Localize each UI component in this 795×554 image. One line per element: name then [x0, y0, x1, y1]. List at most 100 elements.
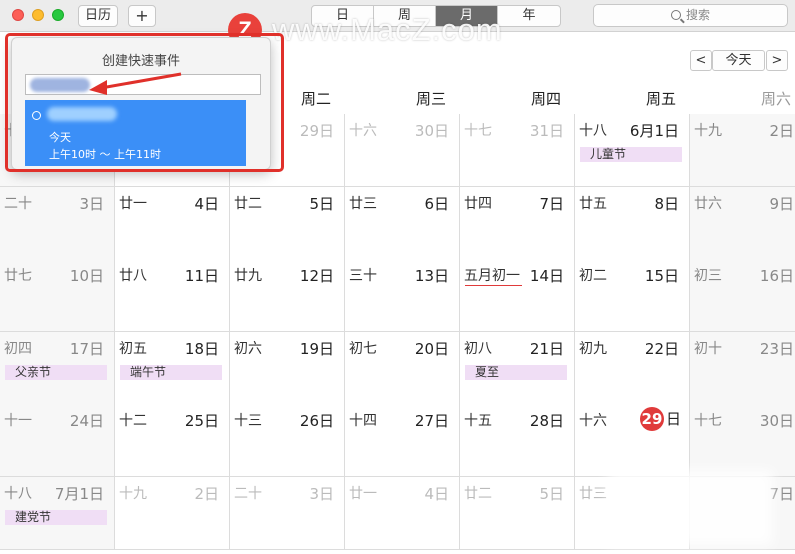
weekday-header-sat: 周六 [760, 90, 791, 108]
next-month-button[interactable]: > [766, 50, 788, 71]
day-number: 21日 [529, 339, 564, 358]
quick-event-input[interactable] [25, 74, 261, 95]
add-event-button[interactable]: + [128, 5, 156, 27]
close-window-button[interactable] [12, 9, 24, 21]
lunar-date: 二十 [4, 195, 32, 212]
day-cell[interactable]: 廿四 7日 [460, 186, 575, 260]
holiday-event[interactable]: 父亲节 [5, 364, 107, 380]
day-cell[interactable]: 初九 22日 [575, 331, 690, 405]
day-cell[interactable]: 十六 30日 [345, 114, 460, 187]
lunar-date: 廿七 [4, 268, 32, 284]
day-number: 3日 [309, 484, 334, 503]
day-number: 7日 [769, 484, 794, 503]
day-cell[interactable]: 十四 27日 [345, 404, 460, 477]
day-cell[interactable]: 初二 15日 [575, 259, 690, 332]
lunar-date: 廿二 [464, 485, 492, 502]
day-cell[interactable]: 廿七 10日 [0, 259, 115, 332]
lunar-date: 初五 [119, 340, 147, 357]
minimize-window-button[interactable] [32, 9, 44, 21]
day-number: 17日 [69, 339, 104, 358]
search-icon [670, 10, 681, 20]
day-number: 9日 [769, 194, 794, 213]
day-number: 25日 [184, 412, 219, 430]
holiday-event[interactable]: 夏至 [465, 364, 567, 380]
quick-event-suggestion[interactable]: 今天 上午10时 ～ 上午11时 [25, 100, 246, 166]
day-number: 15日 [644, 267, 679, 285]
day-number: 10日 [69, 267, 104, 285]
day-cell[interactable]: 初十 23日 [690, 331, 795, 405]
day-number: 11日 [184, 267, 219, 285]
day-cell[interactable]: 十七 30日 [690, 404, 795, 477]
day-cell[interactable]: 十六 29 日 [575, 404, 690, 477]
day-number: 27日 [414, 412, 449, 430]
suggestion-day: 今天 [49, 131, 71, 144]
calendar-dot-icon [32, 111, 41, 120]
day-cell[interactable]: 十九 2日 [690, 114, 795, 187]
day-cell[interactable]: 廿二 5日 [230, 186, 345, 260]
day-cell[interactable]: 十七 31日 [460, 114, 575, 187]
day-cell[interactable]: 十一 24日 [0, 404, 115, 477]
day-cell[interactable]: 初五 18日 端午节 [115, 331, 230, 405]
day-number: 22日 [644, 339, 679, 358]
watermark-text: www.MacZ.com [272, 12, 503, 47]
day-cell[interactable]: 三十 13日 [345, 259, 460, 332]
holiday-event[interactable]: 建党节 [5, 509, 107, 525]
day-cell[interactable]: 廿二 5日 [460, 476, 575, 550]
day-cell[interactable]: 廿九 12日 [230, 259, 345, 332]
day-number: 4日 [194, 194, 219, 213]
lunar-date: 廿三 [579, 485, 607, 502]
day-cell[interactable]: 初三 16日 [690, 259, 795, 332]
lunar-date: 初四 [4, 340, 32, 357]
day-cell[interactable]: 十八 6月1日 儿童节 [575, 114, 690, 187]
lunar-date: 十九 [119, 485, 147, 502]
day-number: 29日 [299, 122, 334, 140]
day-number: 26日 [299, 412, 334, 430]
day-number: 8日 [654, 194, 679, 213]
day-number: 13日 [414, 267, 449, 285]
day-cell[interactable]: 十九 2日 [115, 476, 230, 550]
day-cell[interactable]: 廿三 6日 [345, 186, 460, 260]
day-cell[interactable]: 初四 17日父亲节 [0, 331, 115, 405]
lunar-date: 十七 [464, 123, 492, 139]
day-cell[interactable]: 二十 3日 [230, 476, 345, 550]
day-cell[interactable]: 廿六 9日 [690, 186, 795, 260]
day-cell[interactable]: 十五 28日 [460, 404, 575, 477]
lunar-date: 初六 [234, 340, 262, 357]
day-number: 3日 [79, 194, 104, 213]
day-cell[interactable]: 初七 20日 [345, 331, 460, 405]
day-cell[interactable]: 五月初一 14日 [460, 259, 575, 332]
blurred-area [608, 470, 773, 546]
lunar-date: 廿一 [349, 485, 377, 502]
lunar-date: 十六 [579, 413, 607, 429]
calendars-button[interactable]: 日历 [78, 5, 118, 27]
lunar-date: 十四 [349, 413, 377, 429]
holiday-event[interactable]: 儿童节 [580, 147, 682, 162]
search-placeholder: 搜索 [685, 8, 710, 22]
lunar-date: 初十 [694, 340, 722, 357]
holiday-event[interactable]: 端午节 [120, 364, 222, 380]
redacted-text [30, 78, 90, 92]
today-button[interactable]: 今天 [712, 50, 765, 71]
day-number: 4日 [424, 484, 449, 503]
day-cell[interactable]: 廿一 4日 [345, 476, 460, 550]
search-field[interactable]: 搜索 [593, 4, 788, 27]
day-cell[interactable]: 十八 7月1日 建党节 [0, 476, 115, 550]
day-number: 2日 [194, 484, 219, 503]
day-cell[interactable]: 初八 21日 夏至 [460, 331, 575, 405]
lunar-date: 初九 [579, 340, 607, 357]
day-cell[interactable]: 十三 26日 [230, 404, 345, 477]
day-number: 28日 [529, 412, 564, 430]
day-cell[interactable]: 廿一 4日 [115, 186, 230, 260]
prev-month-button[interactable]: < [690, 50, 712, 71]
day-number: 6月1日 [629, 122, 679, 140]
lunar-date: 十三 [234, 413, 262, 429]
zoom-window-button[interactable] [52, 9, 64, 21]
day-cell[interactable]: 二十 3日 [0, 186, 115, 260]
day-cell[interactable]: 廿八 11日 [115, 259, 230, 332]
day-number: 30日 [414, 122, 449, 140]
day-cell[interactable]: 十二 25日 [115, 404, 230, 477]
day-cell[interactable]: 廿五 8日 [575, 186, 690, 260]
view-tab-3[interactable]: 年 [498, 6, 560, 26]
lunar-date: 十八 [4, 485, 32, 502]
day-cell[interactable]: 初六 19日 [230, 331, 345, 405]
